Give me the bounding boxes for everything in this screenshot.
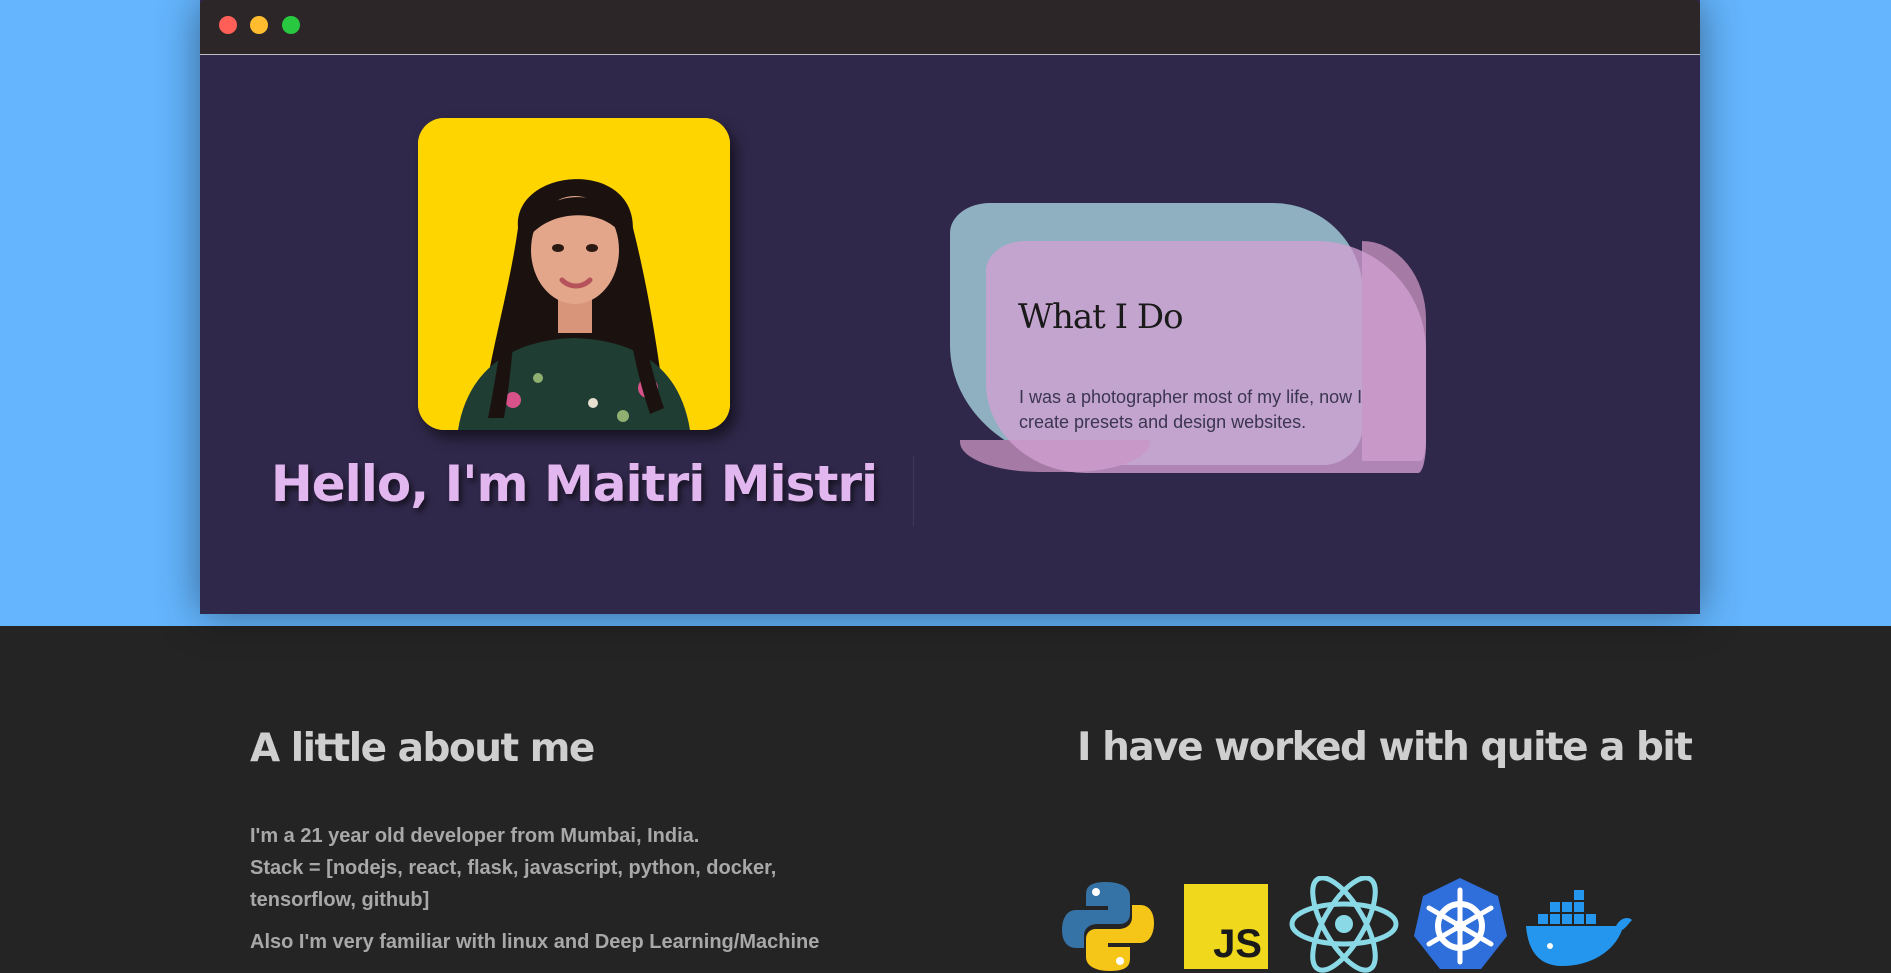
about-line-1: I'm a 21 year old developer from Mumbai,… [250, 825, 700, 847]
card-blob-front [986, 241, 1426, 473]
about-line-2: Stack = [nodejs, react, flask, javascrip… [250, 857, 777, 911]
docker-icon [1526, 890, 1632, 966]
close-dot-icon [219, 16, 237, 34]
browser-window-mockup: Hello, I'm Maitri Mistri What I Do I was… [200, 0, 1700, 614]
about-body: I'm a 21 year old developer from Mumbai,… [250, 820, 870, 968]
react-icon [1289, 876, 1399, 973]
what-i-do-body: I was a photographer most of my life, no… [1019, 387, 1363, 432]
js-logo-text: JS [1213, 922, 1262, 966]
portrait-illustration [418, 118, 730, 430]
divider [913, 456, 914, 526]
what-i-do-title: What I Do [1018, 297, 1184, 337]
stack-heading: I have worked with quite a bit [1077, 725, 1693, 770]
kubernetes-icon [1414, 878, 1507, 969]
minimize-dot-icon [250, 16, 268, 34]
window-titlebar [200, 0, 1700, 55]
about-heading: A little about me [250, 726, 595, 771]
python-icon [1062, 882, 1154, 971]
about-line-3: Also I'm very familiar with linux and De… [250, 931, 820, 953]
javascript-icon: JS [1184, 884, 1268, 969]
greeting-heading: Hello, I'm Maitri Mistri [270, 455, 878, 513]
profile-photo [418, 118, 730, 430]
maximize-dot-icon [282, 16, 300, 34]
